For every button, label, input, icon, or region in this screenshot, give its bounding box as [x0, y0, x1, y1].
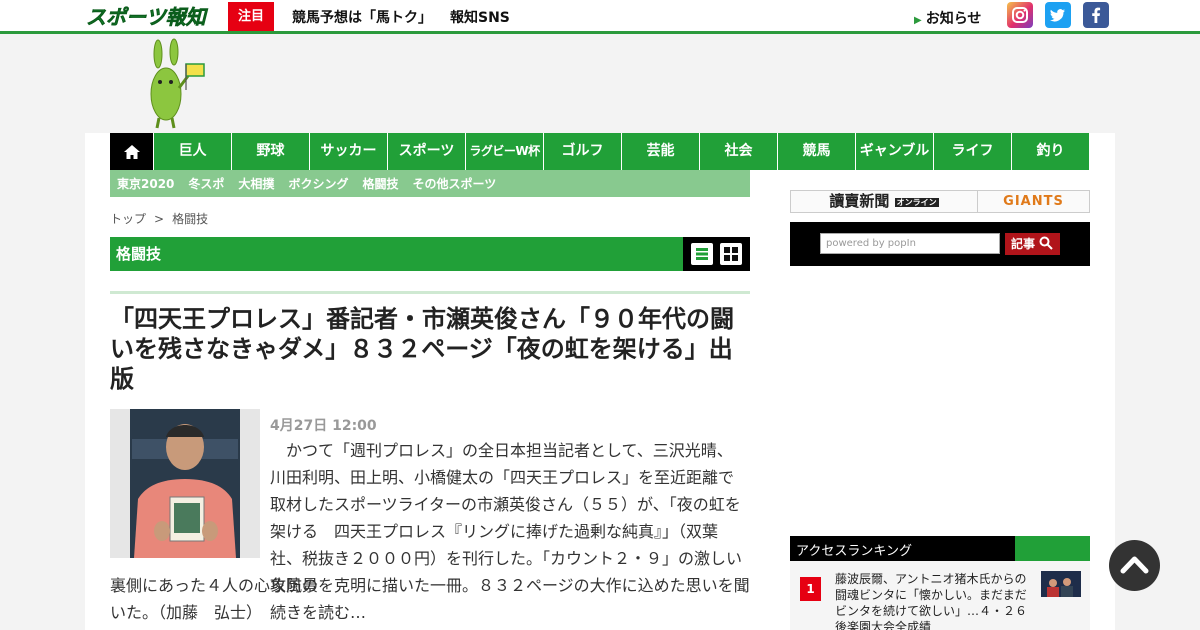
- scroll-to-top-button[interactable]: [1109, 540, 1160, 591]
- subnav-item-boxing[interactable]: ボクシング: [288, 175, 348, 192]
- list-icon: [696, 248, 708, 260]
- article-photo[interactable]: [110, 409, 260, 558]
- nav-item-fishing[interactable]: 釣り: [1011, 133, 1089, 170]
- subnav-item-sumo[interactable]: 大相撲: [238, 175, 274, 192]
- search-icon: [1039, 236, 1053, 250]
- subnav-item-tokyo2020[interactable]: 東京2020: [117, 175, 174, 192]
- ranking-text[interactable]: 藤波辰爾、アントニオ猪木氏からの闘魂ビンタに「懐かしい。まだまだビンタを続けて欲…: [835, 571, 1030, 630]
- search-box: powered by popIn 記事: [790, 222, 1090, 266]
- search-button-label: 記事: [1011, 237, 1036, 251]
- twitter-icon[interactable]: [1045, 2, 1071, 28]
- nav-item-sports[interactable]: スポーツ: [387, 133, 465, 170]
- top-header: スポーツ報知 注目 競馬予想は「馬トク」 報知SNS ▶ お知らせ: [0, 0, 1200, 34]
- article-summary-part2: 裏側にあった４人の心象風景を克明に描いた一冊。８３２ページの大作に込めた思いを聞…: [110, 572, 750, 626]
- list-view-button[interactable]: [691, 243, 713, 265]
- giants-link[interactable]: GIANTS: [978, 191, 1089, 212]
- category-header: 格闘技: [110, 237, 750, 271]
- grid-icon: [724, 247, 738, 261]
- subnav-item-winter-sports[interactable]: 冬スポ: [188, 175, 224, 192]
- chevron-up-icon: [1120, 556, 1149, 574]
- article-summary-text: 裏側にあった４人の心象風景を克明に描いた一冊。８３２ページの大作に込めた思いを聞…: [110, 576, 750, 622]
- home-button[interactable]: [110, 133, 153, 170]
- yomiuri-label: 讀賣新聞: [829, 192, 890, 210]
- category-title: 格闘技: [116, 245, 162, 263]
- ranking-title: アクセスランキング: [796, 544, 912, 559]
- divider: [110, 291, 750, 294]
- news-notice-link[interactable]: ▶ お知らせ: [914, 8, 981, 28]
- nav-item-baseball[interactable]: 野球: [231, 133, 309, 170]
- yomiuri-banner: 讀賣新聞 オンライン GIANTS: [790, 190, 1090, 213]
- search-input[interactable]: powered by popIn: [820, 233, 1000, 254]
- ranking-tab[interactable]: [1015, 536, 1090, 561]
- article-headline[interactable]: 「四天王プロレス」番記者・市瀬英俊さん「９０年代の闘いを残さなきゃダメ」８３２ペ…: [110, 304, 750, 394]
- mascot-character: [150, 38, 205, 129]
- nav-item-giants[interactable]: 巨人: [153, 133, 231, 170]
- hochi-sns-link[interactable]: 報知SNS: [450, 7, 510, 27]
- subnav-item-other-sports[interactable]: その他スポーツ: [412, 175, 496, 192]
- yomiuri-online-link[interactable]: 讀賣新聞 オンライン: [791, 191, 978, 212]
- news-notice-label: お知らせ: [925, 11, 982, 27]
- instagram-icon[interactable]: [1007, 2, 1033, 28]
- ranking-number: 1: [800, 577, 821, 601]
- nav-item-soccer[interactable]: サッカー: [309, 133, 387, 170]
- nav-item-entertainment[interactable]: 芸能: [621, 133, 699, 170]
- nav-item-society[interactable]: 社会: [699, 133, 777, 170]
- article-date: 4月27日 12:00: [270, 418, 377, 434]
- nav-item-horse-racing[interactable]: 競馬: [777, 133, 855, 170]
- nav-item-rugby[interactable]: ラグビーW杯: [465, 133, 543, 170]
- sub-nav: 東京2020 冬スポ 大相撲 ボクシング 格闘技 その他スポーツ: [110, 170, 750, 197]
- ranking-thumbnail[interactable]: [1041, 571, 1081, 597]
- breadcrumb-home-link[interactable]: トップ: [110, 212, 146, 226]
- grid-view-button[interactable]: [720, 243, 742, 265]
- yomiuri-badge: オンライン: [894, 197, 939, 207]
- triangle-icon: ▶: [914, 15, 922, 26]
- nav-item-life[interactable]: ライフ: [933, 133, 1011, 170]
- home-icon: [123, 144, 140, 159]
- ranking-header: アクセスランキング: [790, 536, 1090, 561]
- umatoku-link[interactable]: 競馬予想は「馬トク」: [292, 7, 432, 27]
- breadcrumb-separator: >: [154, 212, 165, 226]
- search-button[interactable]: 記事: [1005, 233, 1060, 255]
- nav-item-gamble[interactable]: ギャンブル: [855, 133, 933, 170]
- breadcrumb-current: 格闘技: [172, 212, 209, 226]
- read-more-link[interactable]: 続きを読む…: [270, 603, 366, 622]
- main-nav: 巨人 野球 サッカー スポーツ ラグビーW杯 ゴルフ 芸能 社会 競馬 ギャンブ…: [110, 133, 1090, 170]
- view-toggle: [683, 237, 750, 271]
- ranking-item[interactable]: 1 藤波辰爾、アントニオ猪木氏からの闘魂ビンタに「懐かしい。まだまだビンタを続け…: [790, 561, 1090, 630]
- chumoku-badge: 注目: [228, 2, 274, 31]
- breadcrumb: トップ > 格闘技: [110, 210, 208, 227]
- nav-item-golf[interactable]: ゴルフ: [543, 133, 621, 170]
- svg-text:スポーツ報知: スポーツ報知: [86, 5, 209, 29]
- facebook-icon[interactable]: [1083, 2, 1109, 28]
- subnav-item-martial-arts[interactable]: 格闘技: [362, 175, 398, 192]
- sports-hochi-logo[interactable]: スポーツ報知: [84, 3, 210, 29]
